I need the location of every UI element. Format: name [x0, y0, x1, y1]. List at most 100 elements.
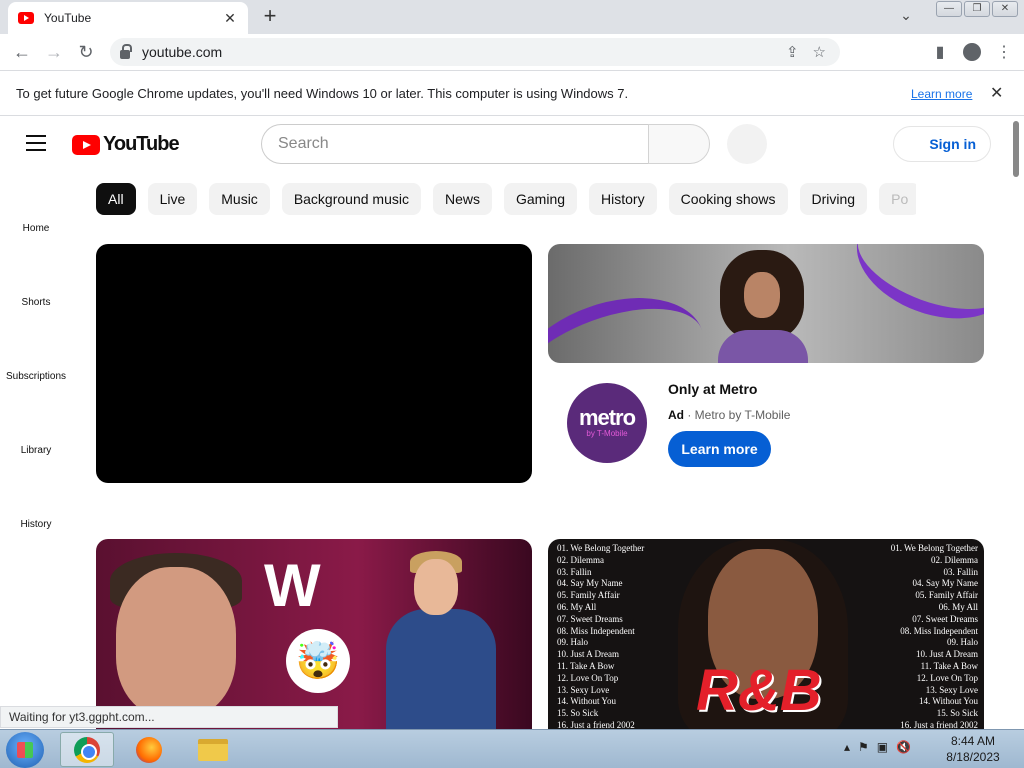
thumbnail-overlay-text: R&B	[696, 658, 822, 723]
browser-toolbar: ← → ↻ youtube.com ⇪ ☆ ▮ ⋮	[0, 34, 1024, 70]
video-thumbnail[interactable]: 01. We Belong Together 02. Dilemma 03. Fal…	[548, 539, 984, 729]
browser-menu-icon[interactable]: ⋮	[990, 36, 1018, 68]
metro-logo[interactable]: metro by T-Mobile	[567, 383, 647, 463]
share-icon[interactable]: ⇪	[786, 43, 799, 61]
lock-icon[interactable]	[120, 43, 132, 59]
minimize-button[interactable]: —	[936, 1, 962, 17]
voice-search-button[interactable]	[727, 124, 767, 164]
address-bar[interactable]: youtube.com ⇪ ☆	[110, 38, 840, 66]
youtube-logo-text: YouTube	[103, 133, 180, 155]
track-item: 13. Sexy Love	[925, 684, 978, 695]
sign-in-button[interactable]: Sign in	[893, 126, 991, 162]
action-center-icon[interactable]: ⚑	[858, 740, 869, 754]
new-tab-button[interactable]: +	[258, 5, 282, 29]
profile-avatar[interactable]	[958, 36, 986, 68]
url-text[interactable]: youtube.com	[142, 44, 222, 60]
ad-learn-more-button[interactable]: Learn more	[668, 431, 771, 467]
track-item: 02. Dilemma	[557, 554, 604, 565]
volume-muted-icon[interactable]: 🔇	[896, 740, 911, 754]
track-item: 03. Fallin	[943, 566, 978, 577]
tab-strip: YouTube ✕ + ⌄ — ❐ ✕	[0, 0, 1024, 34]
track-item: 16. Just a friend 2002	[900, 719, 978, 729]
chip-live[interactable]: Live	[147, 183, 198, 215]
taskbar-chrome[interactable]	[60, 732, 114, 767]
sidebar-item-subscriptions[interactable]: Subscriptions	[0, 371, 72, 382]
chip-news[interactable]: News	[432, 183, 492, 215]
tracklist-left: 01. We Belong Together 02. Dilemma 03. Fal…	[557, 543, 644, 729]
track-item: 15. So Sick	[936, 708, 978, 719]
tab-title: YouTube	[44, 11, 92, 25]
youtube-logo[interactable]: YouTube	[72, 133, 180, 156]
back-arrow-icon[interactable]: ←	[6, 36, 38, 68]
track-item: 05. Family Affair	[557, 590, 620, 601]
mind-blown-emoji-icon: 🤯	[286, 629, 350, 693]
hamburger-menu-icon[interactable]	[26, 135, 46, 151]
network-icon[interactable]: ▣	[877, 740, 888, 754]
chip-partial[interactable]: Po	[879, 183, 916, 215]
scrollbar-thumb[interactable]	[1013, 121, 1019, 177]
filter-chips: All Live Music Background music News Gam…	[96, 183, 916, 215]
window-controls: — ❐ ✕	[936, 1, 1018, 17]
track-item: 06. My All	[557, 601, 597, 612]
bookmark-star-icon[interactable]: ☆	[813, 43, 826, 61]
close-window-button[interactable]: ✕	[992, 1, 1018, 17]
video-player[interactable]	[96, 244, 532, 483]
chip-gaming[interactable]: Gaming	[504, 183, 578, 215]
side-panel-icon[interactable]: ▮	[926, 36, 954, 68]
youtube-favicon-icon	[18, 12, 34, 24]
page-scrollbar[interactable]	[1008, 117, 1024, 729]
chip-driving[interactable]: Driving	[799, 183, 868, 215]
search-input[interactable]: Search	[261, 124, 648, 164]
track-item: 07. Sweet Dreams	[912, 613, 978, 624]
track-item: 12. Love On Top	[916, 672, 978, 683]
ad-meta: Ad · Metro by T-Mobile	[668, 408, 791, 422]
tab-youtube[interactable]: YouTube ✕	[8, 2, 248, 34]
track-item: 13. Sexy Love	[557, 684, 610, 695]
track-item: 11. Take A Bow	[557, 660, 615, 671]
update-infobar: To get future Google Chrome updates, you…	[0, 70, 1024, 116]
track-item: 04. Say My Name	[557, 578, 623, 589]
system-tray: ▴ ⚑ ▣ 🔇	[844, 740, 911, 754]
folder-icon	[198, 738, 228, 761]
chip-history[interactable]: History	[589, 183, 657, 215]
ad-title[interactable]: Only at Metro	[668, 381, 757, 397]
youtube-page: YouTube Search Sign in All Live Music Ba…	[0, 117, 1008, 729]
ad-badge: Ad	[668, 408, 684, 422]
reload-icon[interactable]: ↻	[70, 36, 102, 68]
sidebar-item-home[interactable]: Home	[0, 223, 72, 234]
taskbar-explorer[interactable]	[186, 732, 240, 767]
track-item: 07. Sweet Dreams	[557, 613, 623, 624]
infobar-learn-more-link[interactable]: Learn more	[911, 87, 972, 101]
video-thumbnail[interactable]: W 🤯	[96, 539, 532, 729]
show-hidden-icons-icon[interactable]: ▴	[844, 740, 850, 754]
taskbar-firefox[interactable]	[122, 732, 176, 767]
track-item: 01. We Belong Together	[557, 543, 645, 553]
chip-cooking-shows[interactable]: Cooking shows	[668, 183, 788, 215]
tab-search-icon[interactable]: ⌄	[896, 7, 916, 24]
chip-all[interactable]: All	[96, 183, 136, 215]
clock-date: 8/18/2023	[946, 750, 1000, 764]
ad-banner-image[interactable]	[548, 244, 984, 363]
track-item: 14. Without You	[557, 696, 616, 707]
track-item: 12. Love On Top	[557, 672, 619, 683]
sidebar-item-shorts[interactable]: Shorts	[0, 297, 72, 308]
sidebar-item-history[interactable]: History	[0, 519, 72, 530]
track-item: 16. Just a friend 2002	[557, 719, 635, 729]
forward-arrow-icon[interactable]: →	[38, 36, 70, 68]
youtube-play-icon	[72, 134, 100, 155]
chip-music[interactable]: Music	[209, 183, 270, 215]
ad-advertiser: Metro by T-Mobile	[694, 408, 791, 422]
chip-background-music[interactable]: Background music	[281, 183, 421, 215]
thumbnail-letter: W	[264, 552, 321, 619]
track-item: 08. Miss Independent	[557, 625, 635, 636]
tab-close-icon[interactable]: ✕	[222, 10, 238, 27]
infobar-close-icon[interactable]: ✕	[990, 83, 1003, 103]
maximize-button[interactable]: ❐	[964, 1, 990, 17]
sidebar-item-library[interactable]: Library	[0, 445, 72, 456]
track-item: 14. Without You	[919, 696, 978, 707]
taskbar-clock[interactable]: 8:44 AM 8/18/2023	[940, 733, 1006, 765]
tracklist-right: 01. We Belong Together 02. Dilemma 03. Fal…	[891, 543, 978, 729]
search-button[interactable]	[648, 124, 710, 164]
track-item: 05. Family Affair	[915, 590, 978, 601]
start-button[interactable]	[6, 732, 44, 768]
